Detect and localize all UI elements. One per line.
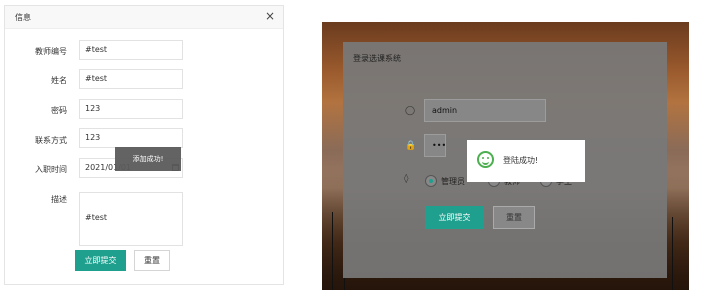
reset-button[interactable]: 重置	[134, 250, 170, 271]
login-panel: 登录选课系统 ◯ admin 🔒 ••• ◊ 管理员 教师 学生 立即提交 重置…	[343, 42, 667, 278]
password-input[interactable]: •••	[424, 134, 446, 157]
name-label: 姓名	[51, 76, 67, 85]
login-reset-button[interactable]: 重置	[493, 206, 535, 229]
smile-icon	[477, 151, 494, 168]
login-toast-text: 登陆成功!	[503, 156, 539, 165]
role-label-admin: 管理员	[441, 177, 465, 186]
submit-button[interactable]: 立即提交	[75, 250, 126, 271]
login-title: 登录选课系统	[353, 54, 401, 63]
reed-decoration	[332, 212, 333, 290]
success-toast: 添加成功!	[115, 147, 181, 171]
contact-input[interactable]: 123	[79, 128, 183, 148]
role-radio-admin[interactable]	[425, 175, 437, 187]
username-input[interactable]: admin	[424, 99, 546, 122]
dialog-header: 信息 ×	[5, 6, 283, 29]
teacher-info-dialog: 信息 × 教师编号 #test 姓名 #test 密码 123 联系方式 123…	[4, 5, 284, 285]
login-success-toast: 登陆成功!	[467, 140, 585, 182]
reed-decoration	[672, 217, 673, 290]
description-textarea[interactable]: #test	[79, 192, 183, 246]
name-input[interactable]: #test	[79, 69, 183, 89]
dialog-title: 信息	[15, 13, 31, 22]
close-icon[interactable]: ×	[265, 9, 275, 23]
lock-icon: 🔒	[405, 141, 417, 151]
contact-label: 联系方式	[35, 136, 67, 145]
login-submit-button[interactable]: 立即提交	[425, 206, 484, 229]
user-icon: ◯	[405, 106, 416, 116]
login-background: 登录选课系统 ◯ admin 🔒 ••• ◊ 管理员 教师 学生 立即提交 重置…	[322, 22, 689, 290]
password-input[interactable]: 123	[79, 99, 183, 119]
hire-date-label: 入职时间	[35, 165, 67, 174]
teacher-no-label: 教师编号	[35, 47, 67, 56]
password-label: 密码	[51, 106, 67, 115]
teacher-no-input[interactable]: #test	[79, 40, 183, 60]
description-label: 描述	[51, 195, 67, 204]
tag-icon: ◊	[404, 174, 409, 184]
